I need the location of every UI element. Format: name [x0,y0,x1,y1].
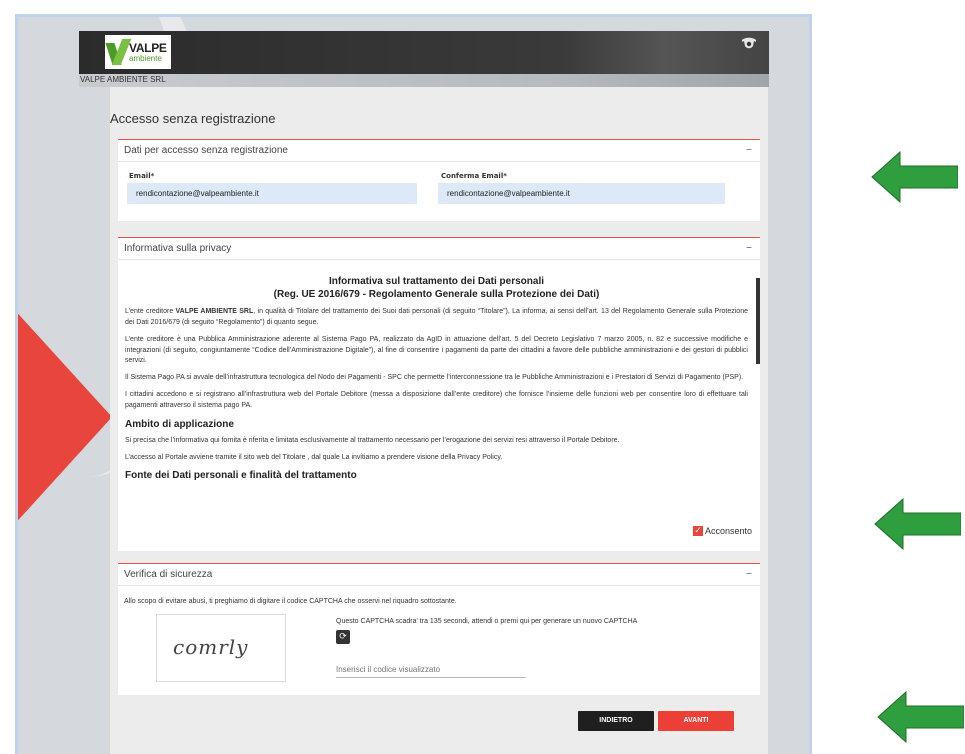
security-panel-title: Verifica di sicurezza [124,569,213,580]
captcha-text: coтrly [173,635,249,659]
consent-label: Acconsento [704,526,752,536]
organization-name: VALPE AMBIENTE SRL [80,75,166,84]
refresh-captcha-button[interactable]: ⟳ [336,630,350,644]
organization-bold: VALPE AMBIENTE SRL [175,308,254,315]
background-red-triangle [18,307,112,527]
section-heading: Ambito di applicazione [125,418,234,430]
privacy-paragraph: L’ente creditore è una Pubblica Amminist… [125,335,748,365]
privacy-panel-header[interactable]: Informativa sulla privacy – [118,238,760,260]
section-heading: Fonte dei Dati personali e finalità del … [125,470,357,482]
collapse-icon[interactable]: – [746,566,752,580]
green-arrow-icon [874,497,961,551]
privacy-paragraph: Il Sistema Pago PA si avvale dell’infras… [125,374,744,382]
valpe-logo[interactable]: VALPE ambiente [105,35,171,69]
back-button[interactable]: INDIETRO [578,711,654,731]
privacy-paragraph: L’accesso al Portale avviene tramite il … [125,453,503,461]
green-arrow-icon [871,150,958,204]
captcha-image: coтrly [156,614,286,682]
browser-frame: VALPE ambiente VALPE AMBIENTE SRL Access… [15,14,812,754]
privacy-text-scroll[interactable]: Informativa sul trattamento dei Dati per… [118,261,754,511]
user-menu-icon[interactable] [741,37,757,49]
confirm-email-field[interactable]: rendicontazione@valpeambiente.it [438,183,725,204]
privacy-scrollbar[interactable] [756,278,760,364]
privacy-document-title: Informativa sul trattamento dei Dati per… [125,275,748,301]
access-data-panel: Dati per accesso senza registrazione – E… [118,139,760,221]
consent-checkbox[interactable]: ✓ [692,526,703,536]
organization-bar: VALPE AMBIENTE SRL [79,74,769,87]
security-panel: Verifica di sicurezza – Allo scopo di ev… [118,563,760,695]
privacy-paragraph: L’ente creditore VALPE AMBIENTE SRL, in … [125,307,748,329]
paragraph-text: L’ente creditore [125,308,176,315]
logo-name: VALPE [129,40,167,55]
captcha-description: Allo scopo di evitare abusi, ti preghiam… [124,598,457,605]
doc-title-line-1: Informativa sul trattamento dei Dati per… [328,276,545,287]
doc-title-line-2: (Reg. UE 2016/679 - Regolamento Generale… [273,289,600,300]
confirm-email-label: Conferma Email* [441,172,507,180]
top-header: VALPE ambiente [79,31,769,74]
consent-checkbox-row[interactable]: ✓ Acconsento [692,526,752,536]
email-field[interactable]: rendicontazione@valpeambiente.it [127,183,417,204]
email-label: Email* [129,172,155,180]
access-data-panel-header[interactable]: Dati per accesso senza registrazione – [118,140,760,162]
page-title: Accesso senza registrazione [110,111,276,126]
collapse-icon[interactable]: – [746,142,752,156]
privacy-paragraph: I cittadini accedono e si registrano all… [125,391,748,409]
captcha-input[interactable] [336,662,526,678]
collapse-icon[interactable]: – [746,240,752,254]
privacy-paragraph: Si precisa che l’informativa qui fornita… [125,436,620,444]
privacy-panel: Informativa sulla privacy – Informativa … [118,237,760,551]
logo-v-mark-icon [109,39,127,65]
captcha-expiry-info: Questo CAPTCHA scadra' tra 135 secondi, … [336,618,638,625]
next-button[interactable]: AVANTI [658,711,734,731]
security-panel-header[interactable]: Verifica di sicurezza – [118,564,760,586]
green-arrow-icon [877,690,964,744]
privacy-panel-title: Informativa sulla privacy [124,243,232,254]
logo-subtitle: ambiente [129,53,162,63]
access-data-panel-title: Dati per accesso senza registrazione [124,145,288,156]
